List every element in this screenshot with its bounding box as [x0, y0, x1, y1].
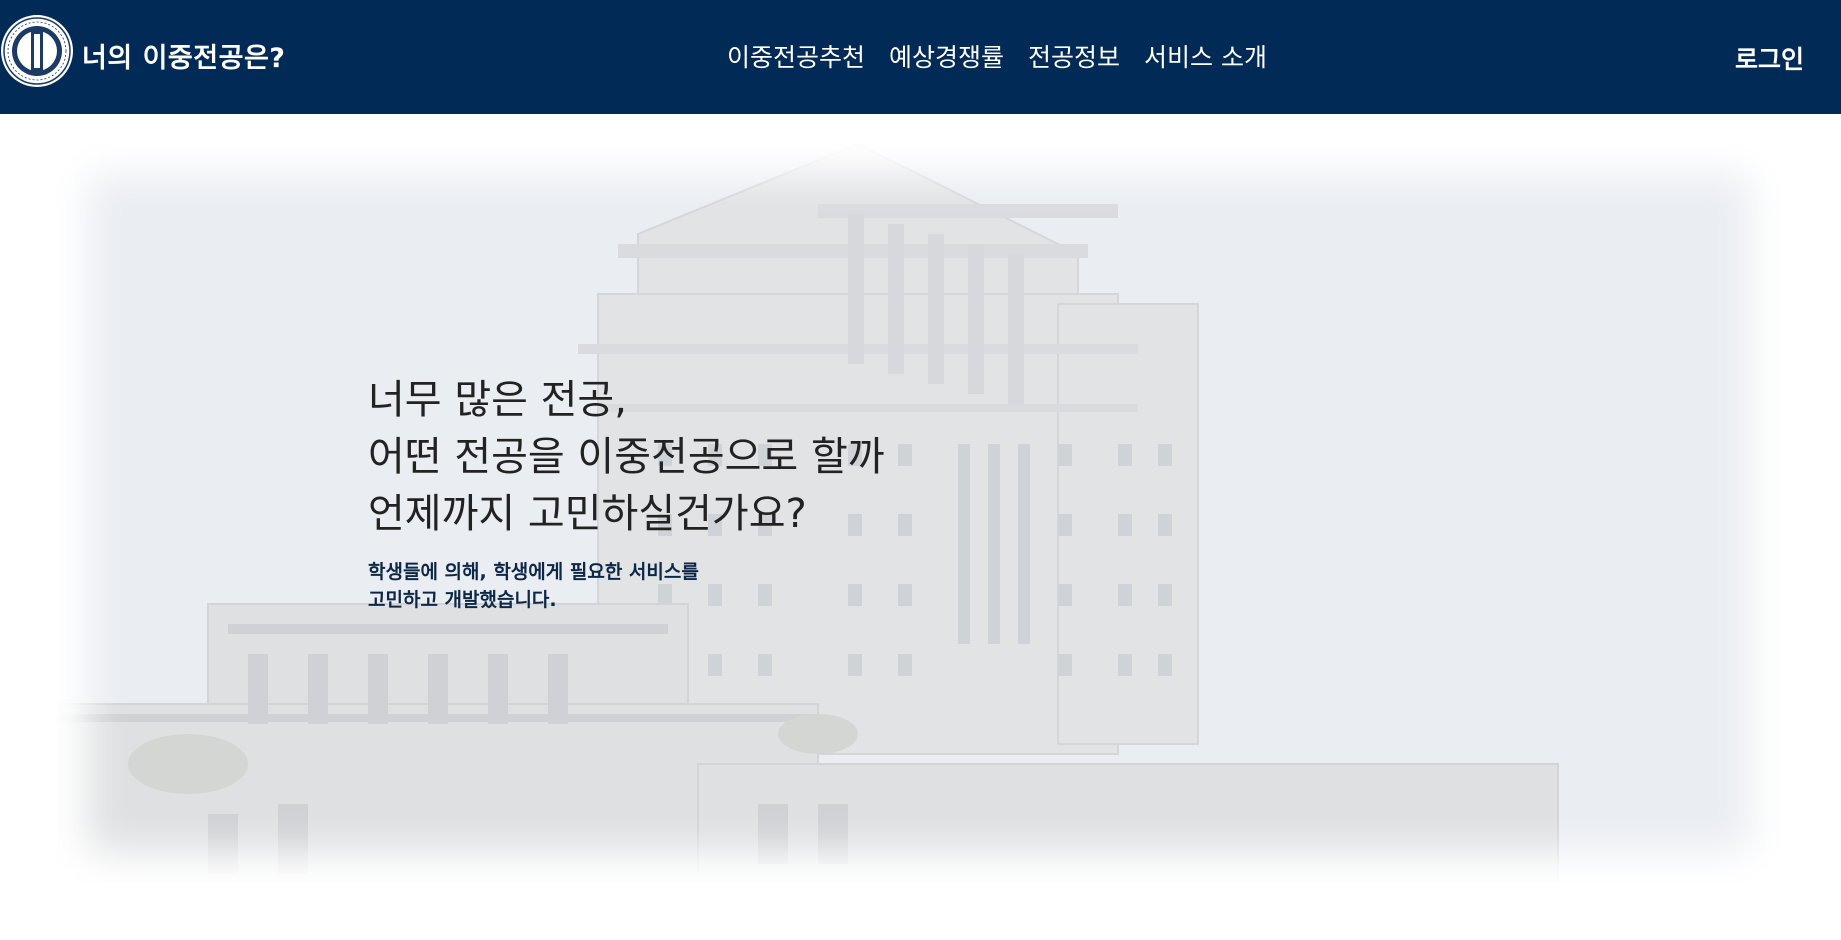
main-nav: 이중전공추천 예상경쟁률 전공정보 서비스 소개 — [727, 38, 1267, 74]
university-building-image — [58, 144, 1780, 882]
nav-item-major-info[interactable]: 전공정보 — [1028, 38, 1120, 74]
nav-item-double-major-recommend[interactable]: 이중전공추천 — [727, 38, 865, 74]
nav-item-service-intro[interactable]: 서비스 소개 — [1144, 38, 1267, 74]
hero-banner: 너무 많은 전공, 어떤 전공을 이중전공으로 할까 언제까지 고민하실건가요?… — [58, 144, 1780, 882]
brand-title[interactable]: 너의 이중전공은? — [82, 36, 285, 75]
top-navbar: 너의 이중전공은? 이중전공추천 예상경쟁률 전공정보 서비스 소개 로그인 — [0, 0, 1841, 114]
university-emblem-icon[interactable] — [0, 14, 74, 88]
hero-heading-line: 어떤 전공을 이중전공으로 할까 — [368, 434, 885, 480]
hero-heading: 너무 많은 전공, 어떤 전공을 이중전공으로 할까 언제까지 고민하실건가요? — [368, 372, 885, 543]
nav-item-expected-competition[interactable]: 예상경쟁률 — [889, 38, 1004, 74]
hero-heading-line: 너무 많은 전공, — [368, 377, 627, 423]
hero-subtitle-line: 고민하고 개발했습니다. — [368, 589, 557, 611]
hero-subtitle: 학생들에 의해, 학생에게 필요한 서비스를 고민하고 개발했습니다. — [368, 558, 699, 614]
login-button[interactable]: 로그인 — [1735, 40, 1804, 76]
hero-subtitle-line: 학생들에 의해, 학생에게 필요한 서비스를 — [368, 561, 699, 583]
hero-heading-line: 언제까지 고민하실건가요? — [368, 491, 807, 537]
